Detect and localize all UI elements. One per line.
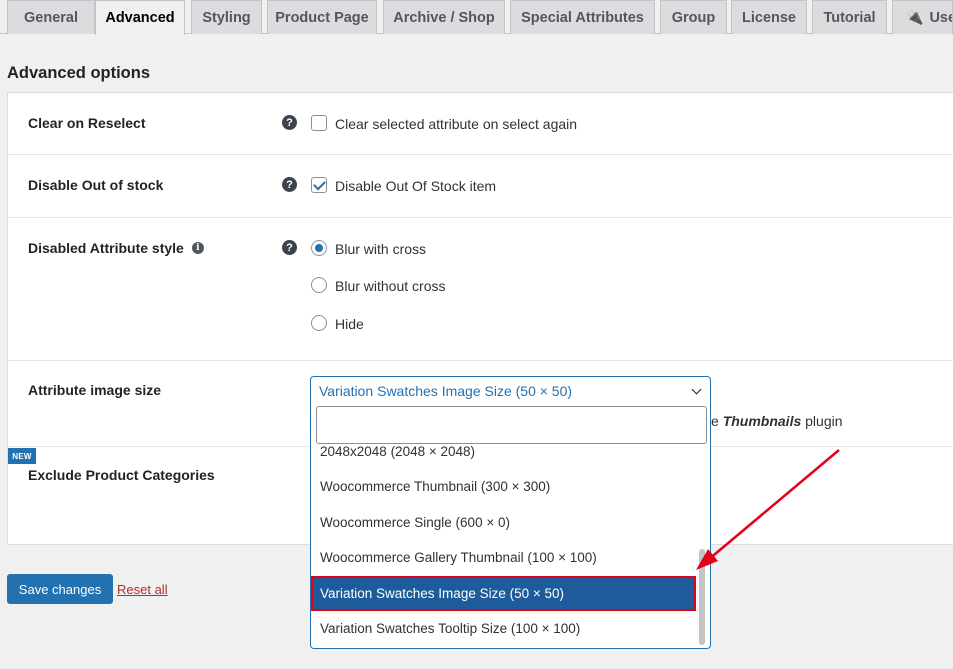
- section-title: Advanced options: [7, 64, 151, 82]
- dropdown-search-input[interactable]: [316, 406, 707, 444]
- tab-styling[interactable]: Styling: [191, 0, 262, 34]
- new-badge: NEW: [8, 448, 36, 464]
- checkbox-label[interactable]: Clear selected attribute on select again: [335, 116, 577, 132]
- tab-archive-shop[interactable]: Archive / Shop: [383, 0, 505, 34]
- option-label-text: Attribute image size: [28, 382, 162, 398]
- tab-label: Use: [929, 9, 952, 26]
- tab-license[interactable]: License: [731, 0, 807, 34]
- tab-tutorial[interactable]: Tutorial: [812, 0, 887, 34]
- option-label-text: Disabled Attribute style: [28, 240, 184, 256]
- radio-label[interactable]: Blur without cross: [335, 278, 445, 294]
- option-label: Exclude Product Categories: [28, 467, 215, 483]
- tab-label: Archive / Shop: [393, 9, 495, 26]
- clear-on-reselect-checkbox[interactable]: [311, 115, 327, 131]
- dropdown-option-selected[interactable]: Variation Swatches Image Size (50 × 50): [311, 576, 696, 611]
- option-label: Disable Out of stock: [28, 177, 163, 193]
- tab-use[interactable]: 🔌 Use: [892, 0, 953, 34]
- row-clear-on-reselect: Clear on Reselect ? Clear selected attri…: [8, 93, 953, 155]
- info-icon[interactable]: i: [191, 242, 204, 254]
- tab-label: Styling: [202, 9, 251, 26]
- settings-tabs: General Advanced Styling Product Page Ar…: [0, 0, 953, 35]
- tab-label: Tutorial: [823, 9, 876, 26]
- save-changes-button[interactable]: Save changes: [7, 574, 113, 604]
- tab-label: Group: [671, 9, 716, 26]
- dropdown-option[interactable]: 2048x2048 (2048 × 2048): [311, 445, 696, 469]
- dropdown-option[interactable]: Variation Swatches Tooltip Size (100 × 1…: [311, 611, 696, 646]
- tab-special-attributes[interactable]: Special Attributes: [510, 0, 655, 34]
- tab-label: License: [742, 9, 796, 26]
- option-label-text: Exclude Product Categories: [28, 467, 215, 483]
- tab-group[interactable]: Group: [660, 0, 727, 34]
- tab-general[interactable]: General: [7, 0, 95, 34]
- attribute-image-size-select[interactable]: Variation Swatches Image Size (50 × 50): [310, 376, 711, 406]
- tab-advanced[interactable]: Advanced: [95, 0, 185, 35]
- option-label-text: Disable Out of stock: [28, 177, 164, 193]
- help-icon[interactable]: ?: [282, 240, 297, 255]
- note-suffix: plugin: [805, 413, 843, 429]
- note-bold: Thumbnails: [722, 413, 802, 429]
- image-size-dropdown: 2048x2048 (2048 × 2048) Woocommerce Thum…: [310, 405, 711, 649]
- checkbox-label[interactable]: Disable Out Of Stock item: [335, 178, 496, 194]
- radio-label[interactable]: Blur with cross: [335, 241, 426, 257]
- option-label-text: Clear on Reselect: [28, 115, 146, 131]
- dropdown-option[interactable]: Woocommerce Thumbnail (300 × 300): [311, 469, 696, 504]
- select-value: Variation Swatches Image Size (50 × 50): [319, 383, 573, 399]
- dropdown-option[interactable]: Woocommerce Single (600 × 0): [311, 505, 696, 540]
- help-icon[interactable]: ?: [282, 177, 297, 192]
- disable-out-of-stock-checkbox[interactable]: [311, 177, 327, 193]
- option-label: Attribute image size: [28, 382, 161, 398]
- plugin-icon: 🔌: [906, 9, 924, 25]
- radio-blur-without-cross[interactable]: [311, 277, 327, 293]
- reset-all-link[interactable]: Reset all: [117, 582, 168, 597]
- option-label: Clear on Reselect: [28, 115, 146, 131]
- tab-label: General: [24, 9, 78, 26]
- help-icon[interactable]: ?: [282, 115, 297, 130]
- plugin-note: e Thumbnails plugin: [711, 413, 843, 429]
- dropdown-list: 2048x2048 (2048 × 2048) Woocommerce Thum…: [311, 445, 696, 648]
- row-disabled-attribute-style: Disabled Attribute style i ? Blur with cr…: [8, 218, 953, 361]
- option-label: Disabled Attribute style i: [28, 240, 204, 256]
- tab-product-page[interactable]: Product Page: [267, 0, 377, 34]
- radio-blur-with-cross[interactable]: [311, 240, 327, 256]
- tab-label: Product Page: [275, 9, 369, 26]
- chevron-down-icon: [691, 384, 702, 395]
- tab-label: Special Attributes: [521, 9, 644, 26]
- tab-label: Advanced: [105, 10, 175, 26]
- dropdown-option[interactable]: Woocommerce Gallery Thumbnail (100 × 100…: [311, 540, 696, 575]
- row-disable-out-of-stock: Disable Out of stock ? Disable Out Of St…: [8, 155, 953, 218]
- radio-label[interactable]: Hide: [335, 316, 364, 332]
- dropdown-scrollbar[interactable]: [699, 549, 705, 645]
- note-prefix: e: [711, 413, 719, 429]
- radio-hide[interactable]: [311, 315, 327, 331]
